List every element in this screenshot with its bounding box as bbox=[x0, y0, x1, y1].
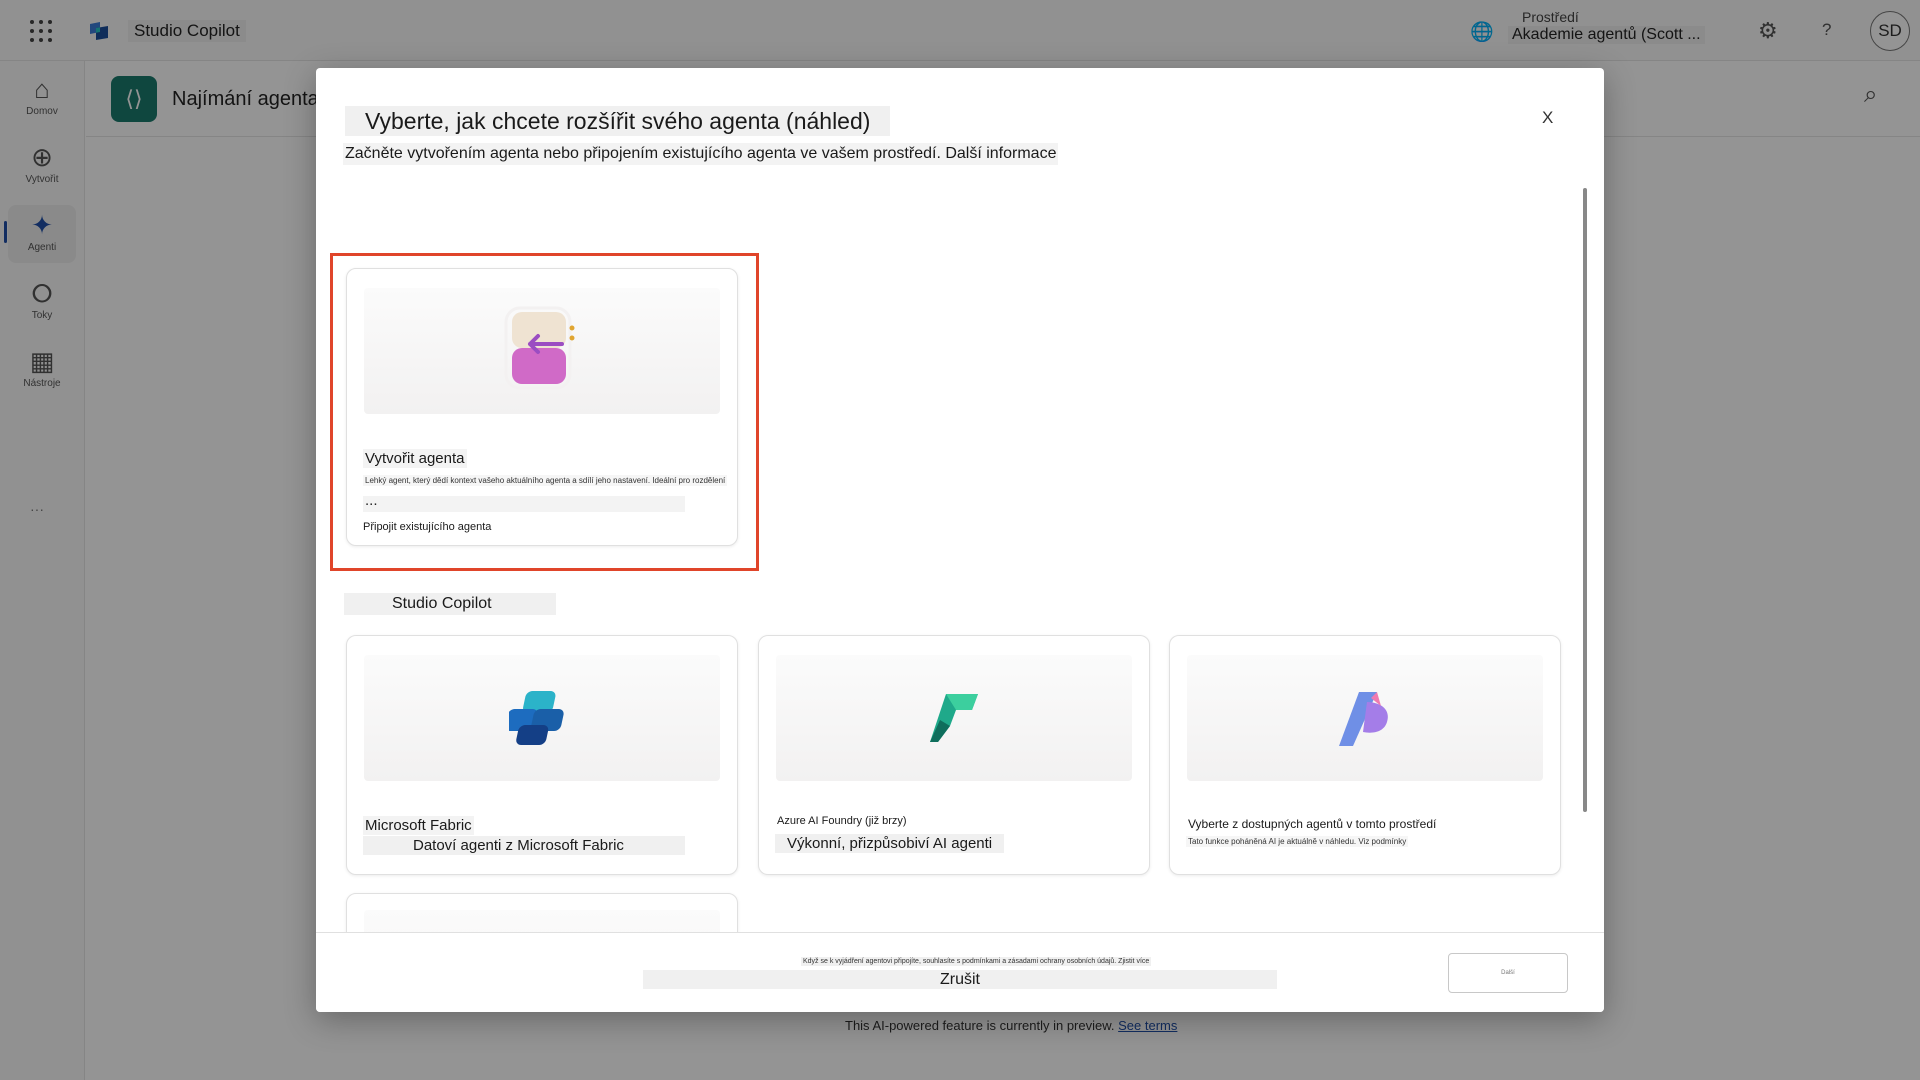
available-agents-card[interactable]: Vyberte z dostupných agentů v tomto pros… bbox=[1169, 635, 1561, 875]
dialog-scrollbar[interactable] bbox=[1583, 188, 1587, 812]
card-hero bbox=[364, 288, 720, 414]
card-title: Azure AI Foundry (již brzy) bbox=[777, 815, 907, 827]
section-label-studio-copilot: Studio Copilot bbox=[344, 593, 556, 615]
create-agent-card[interactable]: Vytvořit agenta Lehký agent, který dědí … bbox=[346, 268, 738, 546]
next-button[interactable]: Další bbox=[1448, 953, 1568, 993]
close-button[interactable]: X bbox=[1542, 108, 1553, 128]
dialog-scroll-area: Vytvořit agenta Lehký agent, který dědí … bbox=[316, 183, 1604, 999]
card-hero bbox=[364, 655, 720, 781]
dialog-subtitle: Začněte vytvořením agenta nebo připojení… bbox=[343, 143, 1059, 165]
footer-note: Když se k vyjádření agentovi připojíte, … bbox=[801, 957, 1152, 966]
cancel-button[interactable]: Zrušit bbox=[643, 970, 1277, 989]
card-subtitle: Datoví agenti z Microsoft Fabric bbox=[363, 836, 685, 855]
extend-agent-dialog: Vyberte, jak chcete rozšířit svého agent… bbox=[316, 68, 1604, 1012]
card-title: Vyberte z dostupných agentů v tomto pros… bbox=[1188, 817, 1437, 831]
microsoft-fabric-icon bbox=[509, 691, 564, 745]
card-subtitle: Výkonní, přizpůsobiví AI agenti bbox=[775, 834, 1005, 853]
card-hero bbox=[1187, 655, 1543, 781]
create-agent-icon bbox=[504, 306, 575, 390]
connect-existing-agent-link[interactable]: Připojit existujícího agenta bbox=[363, 521, 491, 533]
microsoft-fabric-card[interactable]: Microsoft Fabric Datoví agenti z Microso… bbox=[346, 635, 738, 875]
card-subtitle: Tato funkce poháněná AI je aktuálně v ná… bbox=[1186, 836, 1409, 847]
azure-ai-foundry-card[interactable]: Azure AI Foundry (již brzy) Výkonní, při… bbox=[758, 635, 1150, 875]
azure-ai-foundry-icon bbox=[930, 694, 978, 742]
dialog-footer: Když se k vyjádření agentovi připojíte, … bbox=[316, 932, 1604, 1012]
dialog-title: Vyberte, jak chcete rozšířit svého agent… bbox=[345, 106, 891, 136]
card-ellipsis: ... bbox=[363, 493, 685, 512]
card-title: Vytvořit agenta bbox=[363, 449, 467, 468]
card-hero bbox=[776, 655, 1132, 781]
card-title: Microsoft Fabric bbox=[363, 816, 474, 835]
agent-selection-icon bbox=[1339, 692, 1388, 746]
card-description: Lehký agent, který dědí kontext vašeho a… bbox=[363, 475, 728, 486]
